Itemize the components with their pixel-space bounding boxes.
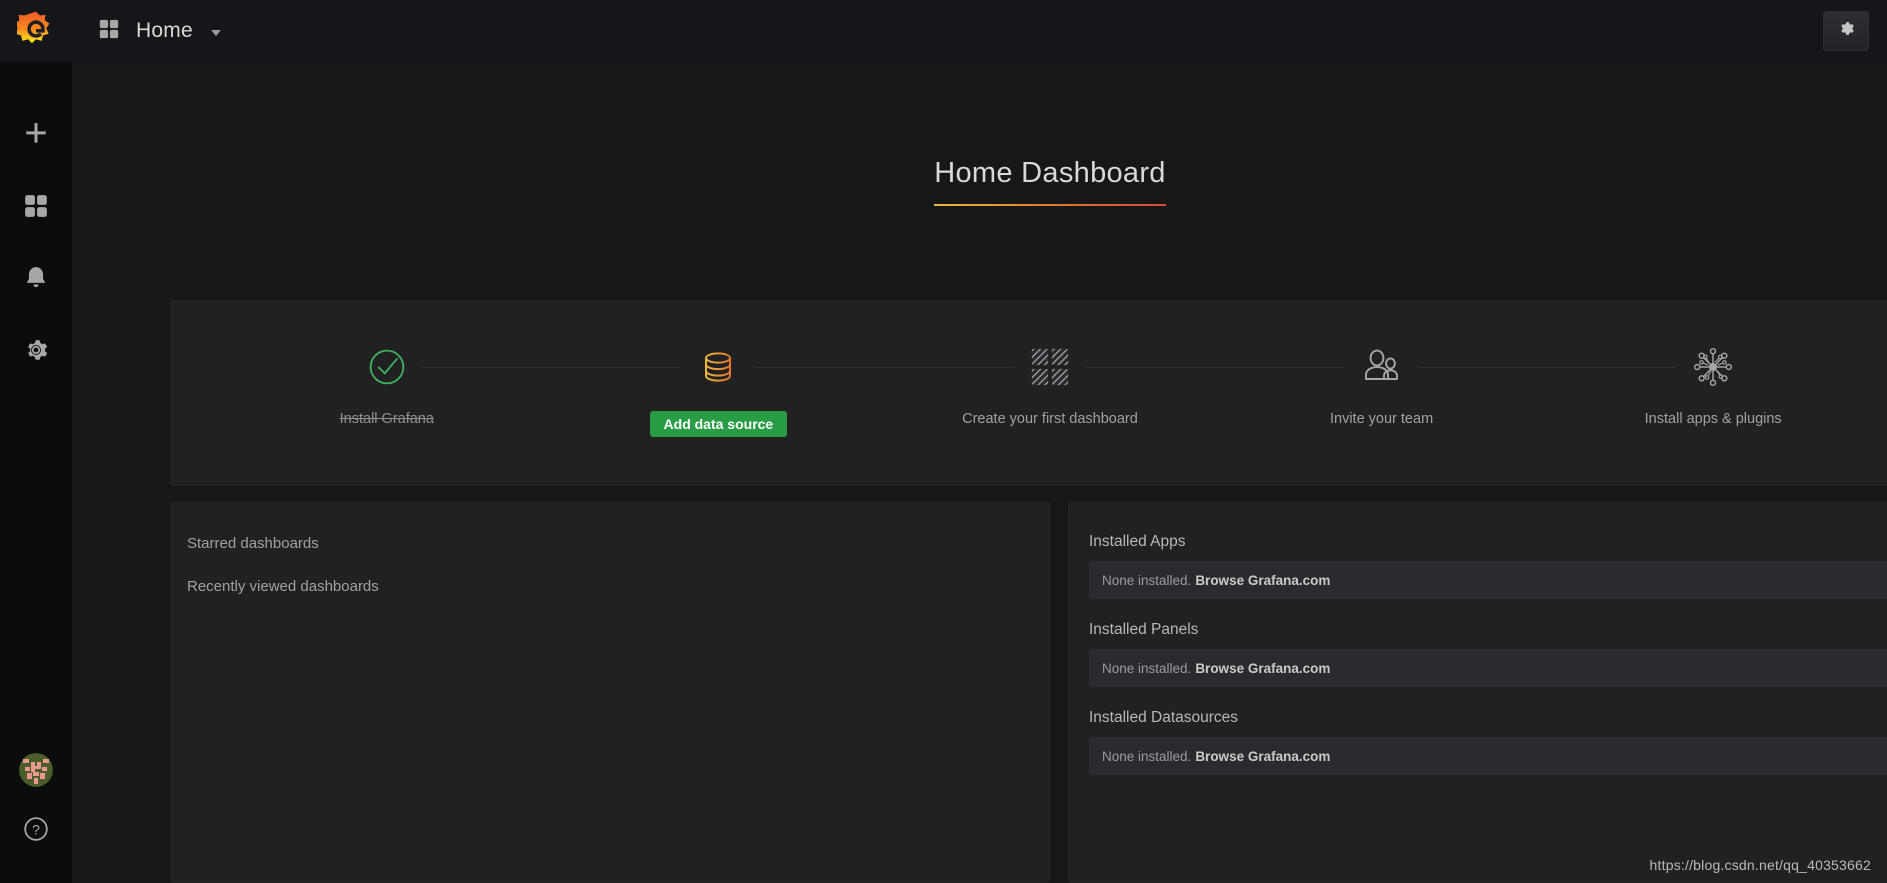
sidebar-item-configuration[interactable] <box>14 330 58 374</box>
dashboard-settings-button[interactable] <box>1823 11 1869 51</box>
sidebar: ? <box>0 0 72 883</box>
installed-apps-heading: Installed Apps <box>1089 533 1186 550</box>
check-circle-icon <box>352 341 421 393</box>
gear-icon <box>1838 20 1855 42</box>
onboarding-step-invite-team: Invite your team <box>1216 341 1714 427</box>
topbar-actions <box>1823 11 1869 51</box>
installed-datasources-empty-row: None installed. Browse Grafana.com <box>1089 737 1887 775</box>
recently-viewed-dashboards-link[interactable]: Recently viewed dashboards <box>187 578 1049 595</box>
svg-text:?: ? <box>32 821 40 837</box>
sidebar-nav-top <box>14 114 58 374</box>
step-label[interactable]: Invite your team <box>1330 411 1433 427</box>
empty-text: None installed. <box>1102 660 1192 676</box>
installed-panels-heading: Installed Panels <box>1089 621 1199 638</box>
sidebar-item-create[interactable] <box>14 114 58 158</box>
onboarding-step-add-data-source: Add data source <box>553 341 1050 437</box>
step-connector <box>386 367 719 368</box>
dashboards-grid-icon <box>98 18 120 45</box>
dashboard-title: Home Dashboard <box>934 156 1166 206</box>
installed-plugins-panel: Installed Apps None installed. Browse Gr… <box>1068 502 1887 883</box>
plus-icon <box>23 121 49 152</box>
onboarding-steps: Install Grafana Add data source Create y… <box>171 301 1887 485</box>
starred-dashboards-link[interactable]: Starred dashboards <box>187 535 1049 552</box>
onboarding-step-create-dashboard: Create your first dashboard <box>884 341 1382 427</box>
onboarding-step-install-apps: Install apps & plugins <box>1547 341 1879 427</box>
database-icon <box>682 341 755 393</box>
browse-grafana-link[interactable]: Browse Grafana.com <box>1195 749 1330 764</box>
help-question-icon: ? <box>23 816 49 847</box>
users-icon <box>1345 341 1418 393</box>
watermark-text: https://blog.csdn.net/qq_40353662 <box>1649 857 1871 873</box>
onboarding-step-install-grafana: Install Grafana <box>221 341 719 427</box>
main-area: Home Home Dashboard Install Grafana Add … <box>72 0 1887 883</box>
avatar[interactable] <box>19 753 53 787</box>
installed-datasources-heading: Installed Datasources <box>1089 709 1239 726</box>
chevron-down-icon[interactable] <box>210 30 221 36</box>
grafana-logo-button[interactable] <box>0 0 72 62</box>
bottom-panels: Starred dashboards Recently viewed dashb… <box>170 502 1887 883</box>
topbar: Home <box>72 0 1887 62</box>
dashboards-grid-icon <box>23 193 49 224</box>
grafana-logo-icon <box>14 10 55 53</box>
installed-apps-empty-row: None installed. Browse Grafana.com <box>1089 561 1887 599</box>
dashboard-grid-hatched-icon <box>1014 341 1085 393</box>
bell-icon <box>23 265 49 296</box>
browse-grafana-link[interactable]: Browse Grafana.com <box>1195 573 1330 588</box>
dashboard-title-panel: Home Dashboard <box>170 86 1887 276</box>
breadcrumb[interactable]: Home <box>98 18 221 45</box>
browse-grafana-link[interactable]: Browse Grafana.com <box>1195 661 1330 676</box>
plugins-node-icon <box>1676 341 1751 393</box>
dashboards-links-panel: Starred dashboards Recently viewed dashb… <box>170 502 1050 883</box>
sidebar-item-alerting[interactable] <box>14 258 58 302</box>
step-connector <box>1049 367 1382 368</box>
sidebar-item-dashboards[interactable] <box>14 186 58 230</box>
step-label[interactable]: Install Grafana <box>340 411 434 427</box>
step-label[interactable]: Create your first dashboard <box>962 411 1138 427</box>
grafana-app: ? Home Home Dashboard Install Grafana Ad… <box>0 0 1887 883</box>
onboarding-panel: ✖ Install Grafana <box>170 300 1887 486</box>
dashboard-content: Home Dashboard ✖ Install <box>72 62 1887 883</box>
add-data-source-button[interactable]: Add data source <box>649 411 788 437</box>
empty-text: None installed. <box>1102 748 1192 764</box>
sidebar-nav-bottom: ? <box>14 753 58 883</box>
step-label[interactable]: Install apps & plugins <box>1645 411 1782 427</box>
step-connector <box>718 367 1050 368</box>
page-title: Home <box>136 19 193 42</box>
step-connector <box>1381 367 1714 368</box>
installed-panels-empty-row: None installed. Browse Grafana.com <box>1089 649 1887 687</box>
sidebar-item-help[interactable]: ? <box>14 809 58 853</box>
empty-text: None installed. <box>1102 572 1192 588</box>
gear-icon <box>23 337 49 368</box>
